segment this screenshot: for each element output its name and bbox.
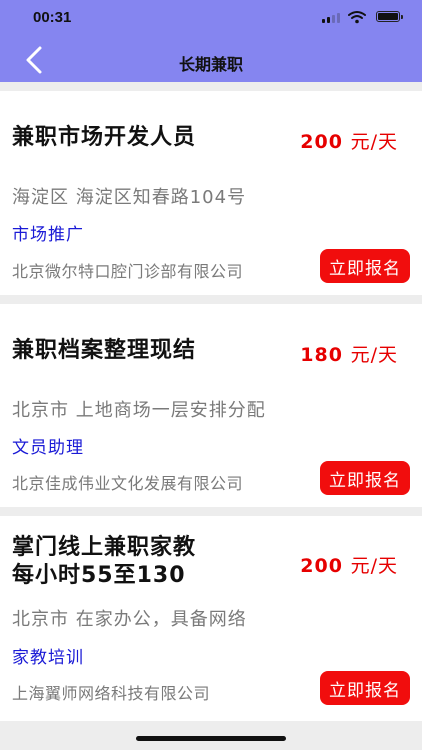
job-salary: 200 元/天 (300, 127, 398, 154)
salary-amount: 180 (300, 344, 343, 366)
job-title: 兼职市场开发人员 (12, 125, 197, 150)
nav-bar: 00:31 长期兼职 (0, 0, 422, 82)
apply-button[interactable]: 立即报名 (320, 671, 410, 705)
job-address: 北京市 在家办公，具备网络 (12, 609, 247, 630)
company-name: 北京佳成伟业文化发展有限公司 (12, 474, 244, 493)
wifi-icon (348, 11, 366, 24)
job-title: 兼职档案整理现结 (12, 338, 197, 363)
job-title-line: 掌门线上兼职家教 (12, 535, 197, 560)
job-title: 掌门线上兼职家教 每小时55至130 (12, 534, 196, 590)
job-card[interactable]: 兼职档案整理现结 180 元/天 北京市 上地商场一层安排分配 文员助理 北京佳… (0, 304, 422, 507)
job-salary: 200 元/天 (300, 551, 398, 578)
status-time: 00:31 (33, 9, 72, 26)
salary-amount: 200 (300, 555, 343, 577)
apply-button[interactable]: 立即报名 (320, 249, 410, 283)
company-name: 北京微尔特口腔门诊部有限公司 (12, 262, 244, 281)
salary-amount: 200 (300, 131, 343, 153)
job-address: 北京市 上地商场一层安排分配 (12, 400, 266, 421)
page-title: 长期兼职 (178, 55, 243, 74)
job-category: 家教培训 (12, 648, 84, 668)
home-indicator (136, 736, 286, 741)
job-salary: 180 元/天 (300, 340, 398, 367)
job-card[interactable]: 兼职市场开发人员 200 元/天 海淀区 海淀区知春路104号 市场推广 北京微… (0, 91, 422, 295)
job-card[interactable]: 掌门线上兼职家教 每小时55至130 200 元/天 北京市 在家办公，具备网络… (0, 516, 422, 721)
job-address: 海淀区 海淀区知春路104号 (12, 187, 247, 208)
job-category: 市场推广 (12, 225, 84, 245)
salary-unit: 元/天 (350, 555, 398, 577)
company-name: 上海翼师网络科技有限公司 (12, 684, 211, 703)
cellular-signal-icon (322, 12, 340, 23)
job-category: 文员助理 (12, 438, 84, 458)
apply-button[interactable]: 立即报名 (320, 461, 410, 495)
salary-unit: 元/天 (350, 131, 398, 153)
battery-icon (376, 11, 403, 22)
salary-unit: 元/天 (350, 344, 398, 366)
job-title-line: 每小时55至130 (12, 563, 186, 588)
